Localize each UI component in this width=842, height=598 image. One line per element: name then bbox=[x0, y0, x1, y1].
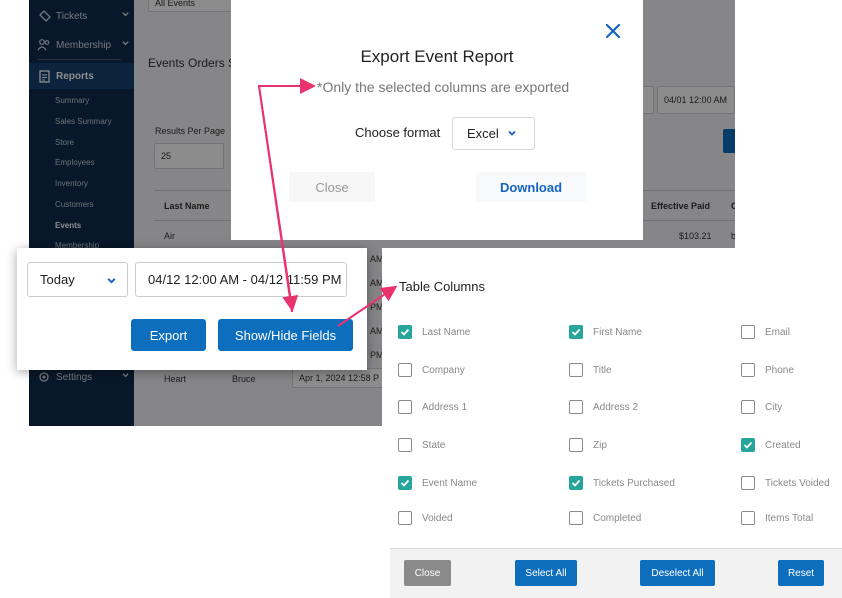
column-option-label: Phone bbox=[765, 364, 794, 376]
checkbox[interactable] bbox=[741, 363, 755, 377]
column-option[interactable]: Zip bbox=[569, 438, 607, 452]
columns-close-button[interactable]: Close bbox=[404, 560, 451, 586]
checkbox[interactable] bbox=[569, 511, 583, 525]
checkbox[interactable] bbox=[398, 400, 412, 414]
column-option[interactable]: Company bbox=[398, 363, 465, 377]
chevron-down-icon bbox=[507, 126, 517, 141]
column-option-label: State bbox=[422, 439, 446, 451]
export-button[interactable]: Export bbox=[131, 319, 206, 351]
column-option-label: Address 2 bbox=[593, 401, 639, 413]
column-option[interactable]: State bbox=[398, 438, 445, 452]
column-option-label: Last Name bbox=[422, 326, 471, 338]
checkbox[interactable] bbox=[398, 438, 412, 452]
column-option-label: Tickets Purchased bbox=[593, 477, 675, 489]
checkbox[interactable] bbox=[741, 511, 755, 525]
close-icon[interactable] bbox=[604, 22, 622, 40]
chevron-down-icon bbox=[106, 274, 117, 289]
column-option-label: Email bbox=[765, 326, 791, 338]
column-option[interactable]: Tickets Purchased bbox=[569, 476, 675, 490]
column-option-label: Completed bbox=[593, 512, 642, 524]
select-all-button[interactable]: Select All bbox=[515, 560, 577, 586]
column-option[interactable]: Address 1 bbox=[398, 400, 467, 414]
checkbox[interactable] bbox=[741, 400, 755, 414]
column-option[interactable]: Address 2 bbox=[569, 400, 638, 414]
table-columns-panel bbox=[382, 248, 842, 598]
checkbox[interactable] bbox=[569, 363, 583, 377]
format-label: Choose format bbox=[355, 125, 441, 140]
checkbox[interactable] bbox=[398, 511, 412, 525]
column-option[interactable]: Completed bbox=[569, 511, 641, 525]
column-option[interactable]: Last Name bbox=[398, 325, 470, 339]
column-option[interactable]: Voided bbox=[398, 511, 453, 525]
column-option-label: Event Name bbox=[422, 477, 478, 489]
checkbox[interactable] bbox=[569, 325, 583, 339]
column-option-label: Voided bbox=[422, 512, 453, 524]
modal-note: *Only the selected columns are exported bbox=[317, 79, 570, 95]
column-option[interactable]: Items Total bbox=[741, 511, 813, 525]
column-option-label: Items Total bbox=[765, 512, 814, 524]
deselect-all-button[interactable]: Deselect All bbox=[640, 560, 715, 586]
checkbox[interactable] bbox=[569, 438, 583, 452]
column-option-label: Title bbox=[593, 364, 612, 376]
columns-footer bbox=[390, 548, 842, 598]
checkbox[interactable] bbox=[398, 363, 412, 377]
checkbox[interactable] bbox=[569, 400, 583, 414]
checkbox[interactable] bbox=[569, 476, 583, 490]
column-option[interactable]: Title bbox=[569, 363, 612, 377]
column-option-label: Created bbox=[765, 439, 801, 451]
modal-close-button[interactable]: Close bbox=[289, 172, 375, 202]
reset-button[interactable]: Reset bbox=[778, 560, 824, 586]
column-option-label: City bbox=[765, 401, 783, 413]
column-option[interactable]: Phone bbox=[741, 363, 794, 377]
column-option[interactable]: Event Name bbox=[398, 476, 477, 490]
modal-title: Export Event Report bbox=[360, 47, 514, 66]
column-option[interactable]: City bbox=[741, 400, 782, 414]
column-option[interactable]: First Name bbox=[569, 325, 642, 339]
download-button[interactable]: Download bbox=[476, 172, 586, 202]
format-select[interactable]: Excel bbox=[452, 117, 535, 150]
column-option[interactable]: Created bbox=[741, 438, 801, 452]
column-option-label: Address 1 bbox=[422, 401, 468, 413]
date-range-value: Today bbox=[40, 272, 75, 287]
column-option[interactable]: Email bbox=[741, 325, 790, 339]
checkbox[interactable] bbox=[741, 476, 755, 490]
date-range-select[interactable]: Today bbox=[27, 262, 128, 297]
format-select-value: Excel bbox=[467, 126, 499, 141]
checkbox[interactable] bbox=[741, 325, 755, 339]
date-range-input[interactable]: 04/12 12:00 AM - 04/12 11:59 PM bbox=[135, 262, 347, 297]
export-modal bbox=[231, 0, 643, 240]
checkbox[interactable] bbox=[398, 325, 412, 339]
column-option-label: Zip bbox=[593, 439, 607, 451]
column-option[interactable]: Tickets Voided bbox=[741, 476, 830, 490]
checkbox[interactable] bbox=[398, 476, 412, 490]
column-option-label: Tickets Voided bbox=[765, 477, 830, 489]
column-option-label: Company bbox=[422, 364, 465, 376]
table-columns-title: Table Columns bbox=[399, 279, 485, 294]
column-option-label: First Name bbox=[593, 326, 642, 338]
show-hide-fields-button[interactable]: Show/Hide Fields bbox=[218, 319, 353, 351]
checkbox[interactable] bbox=[741, 438, 755, 452]
